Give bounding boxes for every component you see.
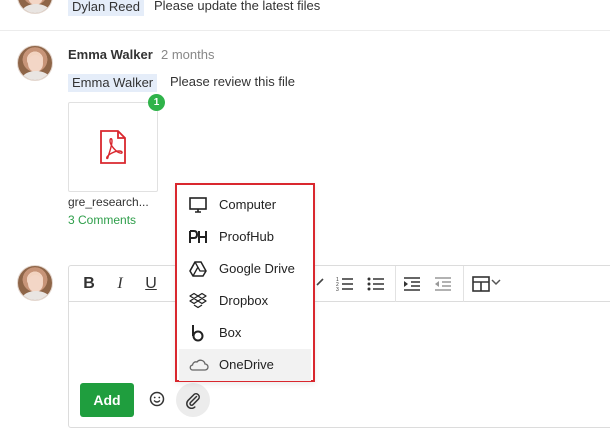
menu-item-proofhub[interactable]: ProofHub bbox=[179, 221, 311, 253]
attach-source-menu: Computer ProofHub Google Drive Dropbox B… bbox=[175, 183, 315, 382]
google-drive-icon bbox=[189, 261, 207, 277]
dropbox-icon bbox=[189, 292, 207, 309]
onedrive-icon bbox=[189, 359, 209, 371]
attachment-file-name[interactable]: gre_research... bbox=[68, 195, 149, 209]
paperclip-icon bbox=[186, 393, 200, 409]
attachment-thumbnail[interactable] bbox=[68, 102, 158, 192]
attachment-button[interactable] bbox=[176, 383, 210, 417]
mention-tag[interactable]: Emma Walker bbox=[68, 74, 158, 92]
menu-item-google-drive[interactable]: Google Drive bbox=[179, 253, 311, 285]
divider bbox=[0, 30, 610, 31]
avatar bbox=[17, 265, 53, 301]
svg-text:3: 3 bbox=[336, 287, 339, 292]
menu-item-dropbox[interactable]: Dropbox bbox=[179, 285, 311, 317]
comment-count-badge: 1 bbox=[148, 94, 165, 111]
italic-glyph: I bbox=[117, 275, 123, 292]
pdf-file-icon bbox=[100, 130, 126, 164]
numbered-list-icon[interactable]: 123 bbox=[329, 266, 361, 302]
monitor-icon bbox=[189, 197, 207, 213]
toolbar-separator bbox=[463, 266, 464, 302]
menu-item-label: Dropbox bbox=[219, 293, 269, 308]
bold-glyph: B bbox=[83, 275, 95, 292]
comment-author[interactable]: Emma Walker bbox=[68, 47, 153, 62]
mention-tag[interactable]: Dylan Reed bbox=[68, 0, 144, 16]
bulleted-list-icon[interactable] bbox=[360, 266, 392, 302]
emoji-icon[interactable] bbox=[146, 388, 168, 410]
menu-item-label: ProofHub bbox=[219, 229, 274, 244]
editor-toolbar: B I U 123 bbox=[69, 266, 610, 302]
menu-item-computer[interactable]: Computer bbox=[179, 189, 311, 221]
indent-icon[interactable] bbox=[396, 266, 428, 302]
menu-item-onedrive[interactable]: OneDrive bbox=[179, 349, 311, 381]
comment-text: Please review this file bbox=[170, 74, 295, 89]
menu-item-label: Google Drive bbox=[219, 261, 295, 276]
outdent-icon[interactable] bbox=[427, 266, 459, 302]
menu-item-label: Computer bbox=[219, 197, 277, 212]
add-button[interactable]: Add bbox=[80, 383, 134, 417]
underline-icon[interactable]: U bbox=[135, 266, 167, 302]
italic-icon[interactable]: I bbox=[104, 266, 136, 302]
chevron-down-icon[interactable] bbox=[485, 266, 507, 302]
comment-time: 2 months bbox=[161, 47, 215, 62]
bold-icon[interactable]: B bbox=[73, 266, 105, 302]
avatar bbox=[17, 45, 53, 81]
menu-item-label: Box bbox=[219, 325, 242, 340]
underline-glyph: U bbox=[145, 275, 157, 292]
comments-link[interactable]: 3 Comments bbox=[68, 213, 136, 227]
comment-text: Please update the latest files bbox=[154, 0, 321, 13]
proofhub-icon bbox=[189, 230, 207, 243]
box-icon bbox=[192, 325, 204, 342]
menu-item-box[interactable]: Box bbox=[179, 317, 311, 349]
menu-item-label: OneDrive bbox=[219, 357, 274, 372]
avatar bbox=[17, 0, 53, 14]
